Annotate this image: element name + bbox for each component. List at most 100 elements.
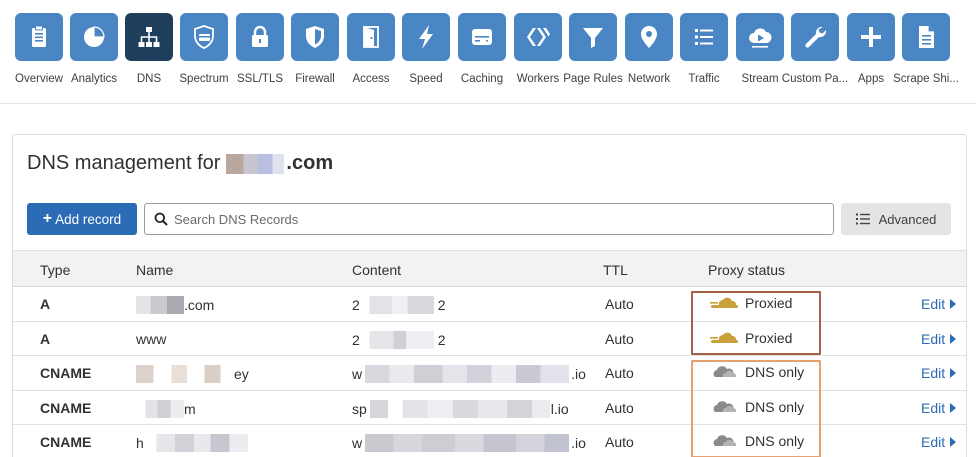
proxy-status-label: Proxied: [745, 295, 793, 311]
record-ttl: Auto: [605, 365, 634, 381]
filter-icon: [569, 13, 617, 61]
search-icon: [154, 212, 168, 226]
edit-link[interactable]: Edit: [921, 296, 957, 312]
pie-chart-icon: [70, 13, 118, 61]
edit-link[interactable]: Edit: [921, 330, 957, 347]
record-ttl: Auto: [605, 399, 634, 416]
proxy-status[interactable]: Proxied: [709, 295, 792, 311]
table-row[interactable]: CNAME h w .io Auto DNS only Edit: [13, 425, 966, 457]
add-record-label: Add record: [55, 211, 122, 227]
edit-link[interactable]: Edit: [921, 365, 957, 381]
wrench-icon: [791, 13, 839, 61]
shield-icon: [291, 13, 339, 61]
nav-item-speed[interactable]: Speed: [398, 13, 454, 85]
caret-right-icon: [950, 368, 957, 378]
nav-item-spectrum[interactable]: Spectrum: [176, 13, 232, 85]
record-content-text: 2: [352, 331, 360, 348]
caret-right-icon: [950, 402, 957, 413]
redacted-text: [363, 330, 434, 349]
proxy-status[interactable]: DNS only: [709, 433, 804, 449]
dns-management-card: DNS management for .com + Add record Adv…: [12, 134, 967, 457]
column-header-proxy-status[interactable]: Proxy status: [708, 262, 785, 278]
redacted-domain: [226, 153, 285, 174]
record-type: CNAME: [40, 365, 92, 381]
nav-item-custom-pages[interactable]: Custom Pa...: [782, 13, 848, 85]
record-ttl: Auto: [605, 434, 634, 450]
record-name-text: m: [184, 400, 196, 417]
nav-item-page-rules[interactable]: Page Rules: [563, 13, 623, 85]
list-icon: [680, 13, 728, 61]
column-header-name[interactable]: Name: [136, 262, 173, 278]
table-row[interactable]: CNAME ey w .io Auto DNS only Edit: [13, 356, 966, 391]
app-navigation-bar: Overview Analytics DNS Spectrum SSL/TLS …: [0, 0, 976, 104]
title-suffix: .com: [286, 152, 334, 174]
plus-icon: [847, 13, 895, 61]
column-header-ttl[interactable]: TTL: [603, 262, 628, 278]
shield-card-icon: [180, 13, 228, 61]
record-content-text: 2: [352, 297, 360, 313]
record-content: 2 2: [352, 330, 446, 349]
record-content-text: w: [352, 366, 363, 382]
edit-link[interactable]: Edit: [921, 434, 957, 450]
title-prefix: DNS management for: [27, 152, 221, 174]
server-drive-icon: [458, 13, 506, 61]
proxy-status[interactable]: Proxied: [709, 330, 792, 346]
record-content: w .io: [352, 365, 586, 383]
add-record-button[interactable]: + Add record: [27, 203, 137, 235]
record-content: 2 2: [352, 296, 446, 314]
cloud-play-icon: [736, 13, 784, 61]
search-box[interactable]: [144, 203, 834, 235]
page-title: DNS management for .com: [27, 152, 333, 175]
clipboard-icon: [15, 13, 63, 61]
advanced-label: Advanced: [878, 211, 937, 227]
edit-label: Edit: [921, 296, 946, 312]
redacted-text: [136, 296, 184, 314]
search-input[interactable]: [174, 211, 833, 227]
nav-item-traffic[interactable]: Traffic: [676, 13, 732, 85]
door-icon: [347, 13, 395, 61]
edit-label: Edit: [921, 330, 946, 347]
nav-item-scrape-shield[interactable]: Scrape Shi...: [893, 13, 959, 85]
proxy-status[interactable]: DNS only: [709, 399, 804, 415]
table-row[interactable]: A www 2 2 Auto Proxied Edit: [13, 322, 966, 356]
table-row[interactable]: CNAME m sp l.io Auto DNS only Edit: [13, 391, 966, 425]
edit-label: Edit: [921, 365, 946, 381]
nav-item-caching[interactable]: Caching: [454, 13, 510, 85]
network-tree-icon: [125, 13, 173, 61]
proxy-status-label: DNS only: [745, 398, 805, 415]
record-name: m: [136, 399, 196, 418]
record-name: h: [136, 434, 248, 452]
plus-icon: +: [42, 210, 53, 227]
gray-cloud-icon: [713, 435, 737, 446]
proxy-status[interactable]: DNS only: [709, 364, 804, 380]
gray-cloud-icon: [713, 366, 737, 377]
record-ttl: Auto: [605, 330, 634, 347]
lock-icon: [236, 13, 284, 61]
redacted-text: [363, 296, 434, 314]
edit-link[interactable]: Edit: [921, 400, 957, 416]
orange-cloud-icon: [710, 297, 738, 308]
table-row[interactable]: A .com 2 2 Auto Proxied Edit: [13, 287, 966, 322]
redacted-text: [369, 399, 550, 418]
caret-right-icon: [950, 333, 957, 344]
redacted-text: [136, 365, 234, 383]
lightning-icon: [402, 13, 450, 61]
record-type: CNAME: [40, 434, 92, 450]
record-content: sp l.io: [352, 399, 569, 418]
record-content-text: .io: [571, 435, 586, 451]
record-content-text: l.io: [550, 400, 569, 417]
nav-label: Scrape Shi...: [893, 73, 959, 85]
column-header-type[interactable]: Type: [40, 262, 70, 278]
orange-cloud-icon: [710, 332, 738, 343]
proxy-status-label: DNS only: [745, 364, 805, 380]
record-name-text: h: [136, 435, 144, 451]
nav-item-firewall[interactable]: Firewall: [287, 13, 343, 85]
record-content-text: 2: [437, 331, 446, 348]
redacted-text: [365, 365, 570, 383]
caret-right-icon: [950, 437, 957, 447]
advanced-button[interactable]: Advanced: [841, 203, 951, 235]
caret-right-icon: [950, 299, 957, 309]
column-header-content[interactable]: Content: [352, 262, 401, 278]
gray-cloud-icon: [713, 400, 737, 412]
record-name-text: .com: [184, 297, 215, 313]
